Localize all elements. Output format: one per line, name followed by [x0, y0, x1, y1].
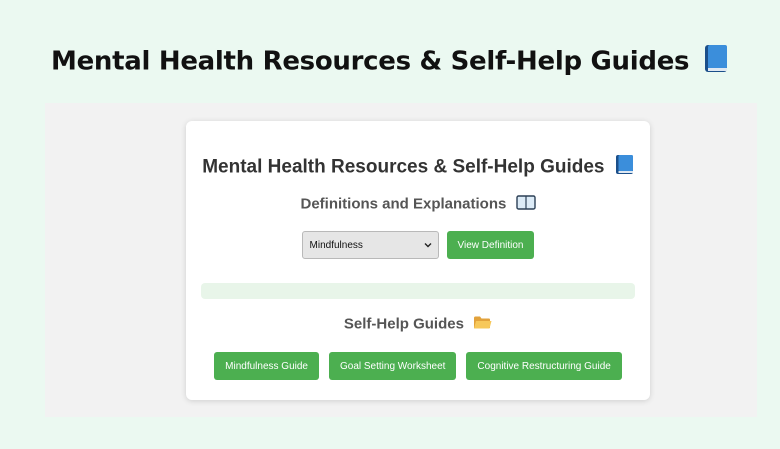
definition-controls: Mindfulness View Definition — [186, 231, 650, 259]
definition-output — [201, 283, 635, 299]
view-definition-button[interactable]: View Definition — [446, 231, 535, 259]
blue-book-icon — [615, 154, 634, 181]
resources-card: Mental Health Resources & Self-Help Guid… — [186, 121, 650, 400]
open-book-icon — [515, 195, 536, 214]
card-title-text: Mental Health Resources & Self-Help Guid… — [202, 156, 605, 178]
chevron-down-icon — [424, 240, 432, 251]
blue-book-icon — [703, 44, 729, 80]
term-select[interactable]: Mindfulness — [301, 231, 439, 259]
guides-heading: Self-Help Guides — [186, 315, 650, 334]
goal-setting-worksheet-button[interactable]: Goal Setting Worksheet — [328, 352, 457, 380]
mindfulness-guide-button[interactable]: Mindfulness Guide — [214, 352, 319, 380]
guide-buttons: Mindfulness Guide Goal Setting Worksheet… — [186, 352, 650, 380]
folder-icon — [473, 315, 492, 334]
card-title: Mental Health Resources & Self-Help Guid… — [186, 154, 650, 181]
guides-heading-text: Self-Help Guides — [343, 315, 464, 333]
definitions-heading-text: Definitions and Explanations — [300, 195, 507, 213]
cognitive-restructuring-guide-button[interactable]: Cognitive Restructuring Guide — [466, 352, 622, 380]
page-title-text: Mental Health Resources & Self-Help Guid… — [51, 46, 690, 77]
page-title: Mental Health Resources & Self-Help Guid… — [0, 44, 780, 80]
definitions-heading: Definitions and Explanations — [186, 195, 650, 214]
term-select-value: Mindfulness — [309, 239, 363, 251]
